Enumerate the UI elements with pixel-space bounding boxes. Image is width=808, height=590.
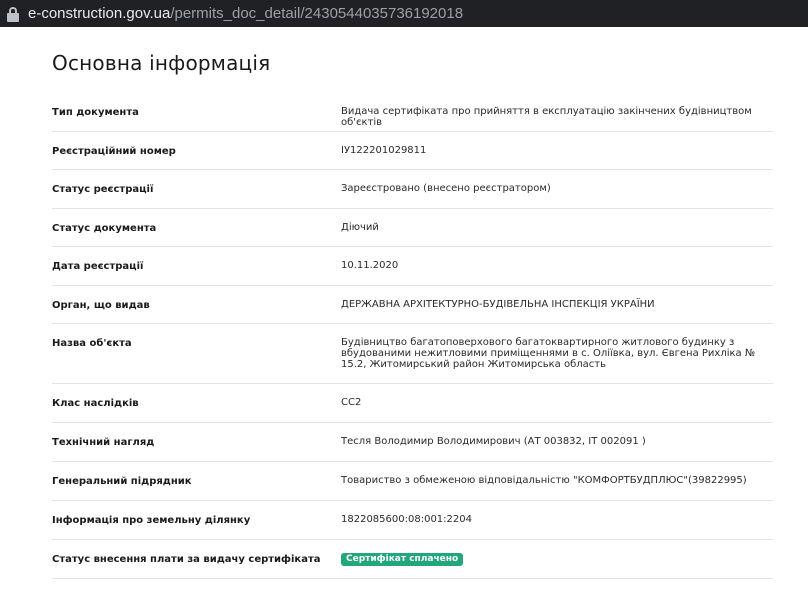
row-value: Будівництво багатоповерхового багатоквар… [341,337,756,370]
row-label: Статус реєстрації [52,184,154,195]
page-content: Основна інформація Тип документа Видача … [0,27,808,590]
row-general-contractor: Генеральний підрядник Товариство з обмеж… [52,462,773,501]
row-label: Статус внесення плати за видачу сертифік… [52,554,321,565]
row-value: 10.11.2020 [341,260,399,271]
row-value: Сертифікат сплачено [341,553,773,578]
row-value: Зареєстровано (внесено реєстратором) [341,183,551,194]
info-table: Тип документа Видача сертифіката про при… [52,93,773,579]
row-value: Видача сертифіката про прийняття в експл… [341,106,752,128]
row-value: ІУ122201029811 [341,145,427,156]
row-registration-status: Статус реєстрації Зареєстровано (внесено… [52,170,773,209]
row-label: Тип документа [52,107,139,118]
row-value: Товариство з обмеженою відповідальністю … [341,475,747,486]
address-bar[interactable]: e-construction.gov.ua/permits_doc_detail… [0,0,808,27]
row-object-name: Назва об'єкта Будівництво багатоповерхов… [52,324,773,384]
row-technical-supervision: Технічний нагляд Тесля Володимир Володим… [52,423,773,462]
row-label: Клас наслідків [52,398,139,409]
page-title: Основна інформація [52,51,271,75]
row-fee-status: Статус внесення плати за видачу сертифік… [52,540,773,579]
row-registration-number: Реєстраційний номер ІУ122201029811 [52,132,773,170]
row-value: 1822085600:08:001:2204 [341,514,472,525]
row-label: Дата реєстрації [52,261,144,272]
row-label: Назва об'єкта [52,338,132,349]
row-label: Орган, що видав [52,300,150,311]
lock-icon[interactable] [6,6,20,22]
row-label: Реєстраційний номер [52,146,176,157]
row-label: Технічний нагляд [52,437,155,448]
row-label: Статус документа [52,223,157,234]
url-host: e-construction.gov.ua [28,5,171,22]
row-label: Генеральний підрядник [52,476,192,487]
row-registration-date: Дата реєстрації 10.11.2020 [52,247,773,286]
row-value: Діючий [341,222,379,233]
status-badge: Сертифікат сплачено [341,553,464,566]
row-document-status: Статус документа Діючий [52,209,773,247]
url-path: /permits_doc_detail/2430544035736192018 [170,5,464,22]
row-land-plot-info: Інформація про земельну ділянку 18220856… [52,501,773,540]
row-label: Інформація про земельну ділянку [52,515,251,526]
row-value: ДЕРЖАВНА АРХІТЕКТУРНО-БУДІВЕЛЬНА ІНСПЕКЦ… [341,299,655,310]
row-value: Тесля Володимир Володимирович (АТ 003832… [341,436,646,447]
row-value: СС2 [341,397,362,408]
row-issuing-authority: Орган, що видав ДЕРЖАВНА АРХІТЕКТУРНО-БУ… [52,286,773,324]
row-consequence-class: Клас наслідків СС2 [52,384,773,423]
row-document-type: Тип документа Видача сертифіката про при… [52,93,773,132]
